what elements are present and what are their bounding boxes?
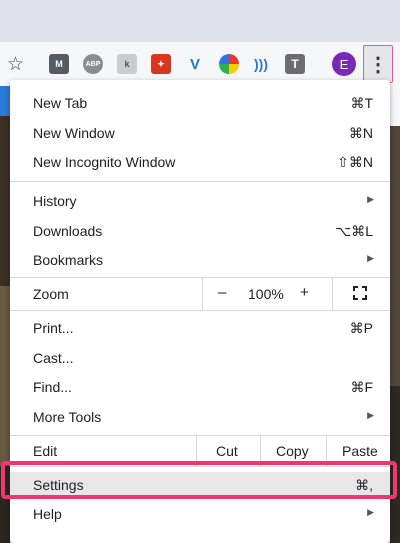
menu-item-label: Bookmarks	[33, 252, 104, 268]
menu-divider	[10, 310, 390, 311]
menu-item-label: New Incognito Window	[33, 154, 176, 170]
profile-avatar[interactable]: E	[332, 52, 356, 76]
m-extension-icon[interactable]: M	[49, 54, 69, 74]
shortcut-label: ⌘P	[349, 320, 373, 336]
menu-item-label: Zoom	[33, 286, 69, 302]
chrome-menu-button[interactable]: ⋮	[363, 45, 393, 83]
submenu-arrow-icon: ▶	[367, 507, 374, 517]
menu-item-label: Print...	[33, 320, 74, 336]
abp-icon[interactable]: ABP	[83, 54, 103, 74]
menu-item-label: Cast...	[33, 350, 74, 366]
menu-item-bookmarks[interactable]: Bookmarks ▶	[10, 245, 390, 275]
menu-item-label: New Window	[33, 125, 115, 141]
color-wheel-icon[interactable]	[219, 54, 239, 74]
fullscreen-icon	[353, 286, 367, 300]
zoom-level-value: 100%	[248, 286, 284, 302]
bookmark-star-icon[interactable]: ☆	[7, 53, 24, 76]
menu-item-label: Edit	[33, 443, 58, 459]
broadcast-icon[interactable]: )))	[251, 54, 271, 74]
menu-item-label: Downloads	[33, 223, 103, 239]
shortcut-label: ⌘N	[348, 125, 373, 141]
submenu-arrow-icon: ▶	[367, 253, 374, 263]
menu-item-new-window[interactable]: New Window ⌘N	[10, 118, 390, 148]
window-top-strip	[0, 0, 400, 42]
vertical-dots-icon: ⋮	[368, 53, 388, 76]
copy-label: Copy	[276, 443, 309, 459]
v-extension-icon[interactable]: V	[185, 54, 205, 74]
menu-item-label: More Tools	[33, 409, 102, 425]
t-extension-icon[interactable]: T	[285, 54, 305, 74]
menu-item-cast[interactable]: Cast...	[10, 343, 390, 373]
shortcut-label: ⇧⌘N	[337, 154, 373, 170]
menu-item-new-tab[interactable]: New Tab ⌘T	[10, 88, 390, 118]
wand-extension-icon[interactable]: ✦	[151, 54, 171, 74]
menu-item-new-incognito-window[interactable]: New Incognito Window ⇧⌘N	[10, 147, 390, 177]
menu-item-help[interactable]: Help ▶	[10, 499, 390, 529]
submenu-arrow-icon: ▶	[367, 410, 374, 420]
shortcut-label: ⌘F	[350, 379, 373, 395]
settings-highlight-box	[1, 461, 397, 499]
menu-item-history[interactable]: History ▶	[10, 186, 390, 216]
paste-label: Paste	[342, 443, 378, 459]
menu-item-more-tools[interactable]: More Tools ▶	[10, 402, 390, 432]
menu-divider	[10, 181, 390, 182]
k-extension-icon[interactable]: k	[117, 54, 137, 74]
shortcut-label: ⌥⌘L	[335, 223, 373, 239]
fullscreen-button[interactable]	[332, 277, 391, 310]
shortcut-label: ⌘T	[350, 95, 373, 111]
zoom-in-button[interactable]: +	[300, 284, 309, 301]
cut-label: Cut	[216, 443, 238, 459]
zoom-out-button[interactable]: –	[218, 284, 226, 301]
submenu-arrow-icon: ▶	[367, 194, 374, 204]
menu-zoom-row: Zoom – 100% +	[10, 277, 390, 310]
menu-item-label: New Tab	[33, 95, 88, 111]
menu-item-label: History	[33, 193, 77, 209]
menu-item-downloads[interactable]: Downloads ⌥⌘L	[10, 216, 390, 246]
menu-item-label: Find...	[33, 379, 72, 395]
menu-item-label: Help	[33, 506, 62, 522]
menu-item-print[interactable]: Print... ⌘P	[10, 313, 390, 343]
menu-item-find[interactable]: Find... ⌘F	[10, 372, 390, 402]
